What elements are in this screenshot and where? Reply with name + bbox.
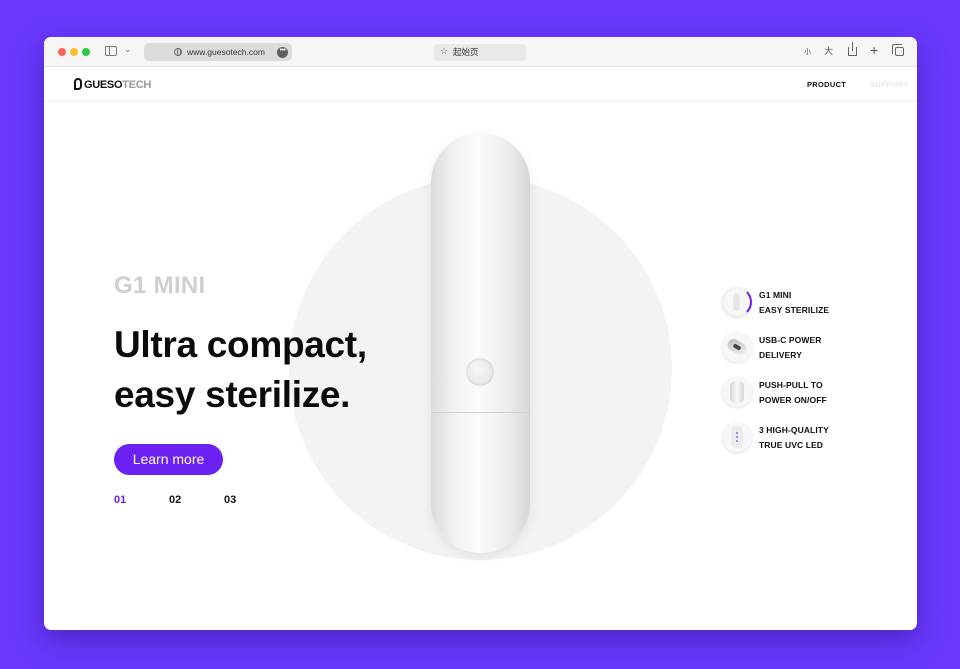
more-icon[interactable]: •••: [277, 47, 288, 58]
product-name: G1 MINI: [114, 272, 206, 299]
pager-item-03[interactable]: 03: [224, 494, 236, 506]
site-header: GUESOTECH PRODUCT SUPPORT: [44, 67, 917, 101]
feature-line-2: POWER ON/OFF: [759, 395, 827, 405]
pager-item-01[interactable]: 01: [114, 494, 126, 506]
feature-item[interactable]: USB-C POWER DELIVERY: [722, 330, 862, 366]
device-power-button: [466, 358, 494, 386]
feature-line-1: G1 MINI: [759, 290, 792, 300]
new-tab-icon[interactable]: +: [870, 42, 878, 58]
share-icon[interactable]: [848, 42, 857, 56]
minimize-window-button[interactable]: [70, 48, 78, 56]
nav-product[interactable]: PRODUCT: [807, 80, 846, 90]
pager-item-02[interactable]: 02: [169, 494, 181, 506]
feature-label: G1 MINI EASY STERILIZE: [759, 288, 829, 318]
headline-line-2: easy sterilize.: [114, 374, 351, 415]
usb-c-icon: [722, 332, 752, 362]
feature-item[interactable]: G1 MINI EASY STERILIZE: [722, 285, 862, 321]
text-larger-button[interactable]: 大: [824, 45, 833, 57]
site-logo[interactable]: GUESOTECH: [84, 79, 151, 91]
logo-text-light: TECH: [122, 79, 151, 91]
text-smaller-button[interactable]: 小: [804, 47, 811, 59]
feature-line-2: EASY STERILIZE: [759, 305, 830, 315]
tab-overview-icon[interactable]: [892, 44, 904, 56]
nav-support[interactable]: SUPPORT: [870, 80, 908, 90]
url-text[interactable]: www.guesotech.com: [187, 46, 265, 58]
globe-icon: [174, 48, 182, 56]
sidebar-toggle-icon[interactable]: [105, 46, 117, 56]
feature-label: 3 HIGH-QUALITY TRUE UVC LED: [759, 423, 829, 453]
mini-device-icon: [722, 287, 752, 317]
logo-text-bold: GUESO: [84, 79, 123, 91]
product-image: [431, 133, 530, 553]
feature-line-2: TRUE UVC LED: [759, 440, 824, 450]
star-icon: ☆: [440, 46, 449, 56]
feature-line-1: USB-C POWER: [759, 335, 822, 345]
uvc-led-icon: [722, 422, 752, 452]
browser-toolbar: ⌄ www.guesotech.com ••• ☆ 起始页 小 大 +: [44, 37, 917, 67]
browser-window: ⌄ www.guesotech.com ••• ☆ 起始页 小 大 + GUES…: [44, 37, 917, 630]
zoom-window-button[interactable]: [82, 48, 90, 56]
tab-title: 起始页: [453, 47, 479, 57]
feature-line-1: PUSH-PULL TO: [759, 380, 823, 390]
feature-item[interactable]: 3 HIGH-QUALITY TRUE UVC LED: [722, 420, 862, 456]
feature-line-1: 3 HIGH-QUALITY: [759, 425, 829, 435]
address-bar[interactable]: www.guesotech.com •••: [144, 43, 292, 61]
tab-start-page[interactable]: ☆ 起始页: [434, 44, 526, 61]
push-pull-icon: [722, 377, 752, 407]
chevron-down-icon[interactable]: ⌄: [124, 44, 132, 55]
close-window-button[interactable]: [58, 48, 66, 56]
headline-line-1: Ultra compact,: [114, 324, 367, 365]
learn-more-button[interactable]: Learn more: [114, 444, 223, 475]
feature-line-2: DELIVERY: [759, 350, 802, 360]
feature-label: PUSH-PULL TO POWER ON/OFF: [759, 378, 827, 408]
feature-item[interactable]: PUSH-PULL TO POWER ON/OFF: [722, 375, 862, 411]
hero-headline: Ultra compact, easy sterilize.: [114, 320, 367, 420]
device-seam: [431, 412, 530, 413]
feature-label: USB-C POWER DELIVERY: [759, 333, 822, 363]
logo-icon[interactable]: [74, 78, 82, 90]
